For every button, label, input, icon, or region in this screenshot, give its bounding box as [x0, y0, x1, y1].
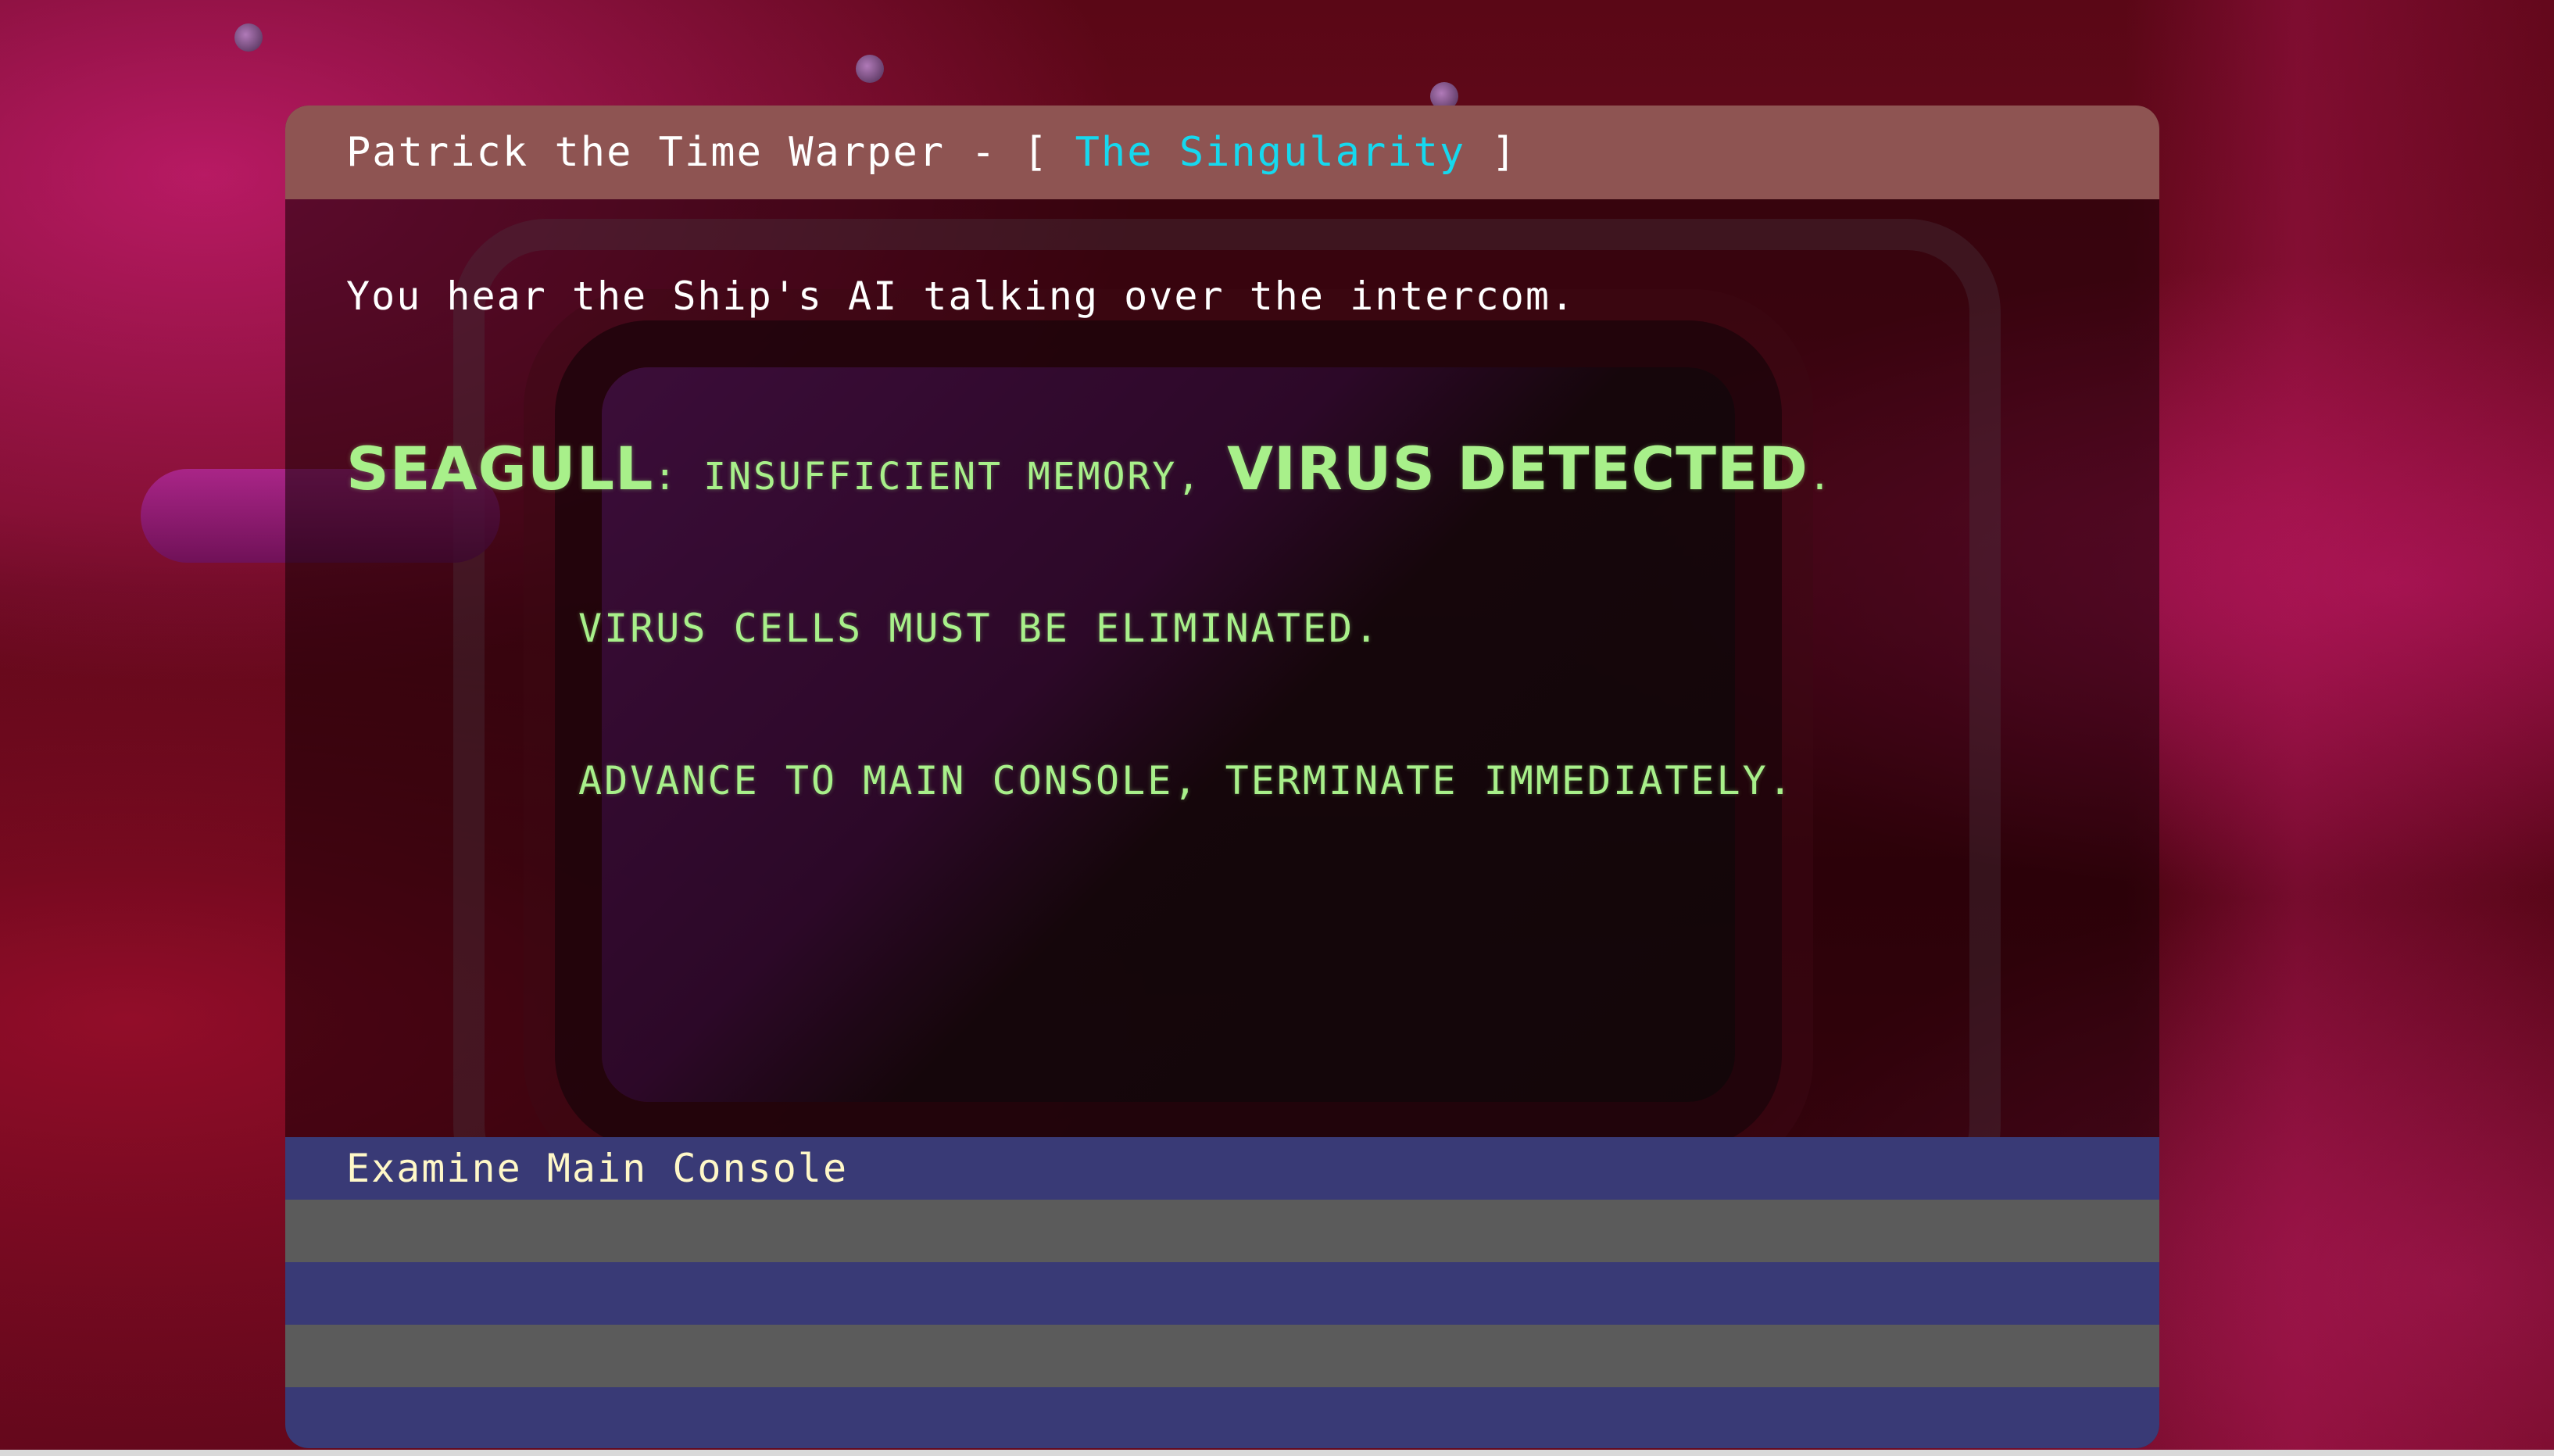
background-wall-panel [2126, 0, 2554, 1456]
ai-alert-text: VIRUS DETECTED [1227, 434, 1808, 503]
choice-examine-main-console[interactable]: Examine Main Console [285, 1137, 2159, 1200]
ai-speaker-name: SEAGULL [346, 434, 654, 503]
choice-empty-slot [285, 1200, 2159, 1262]
choice-list: Examine Main Console [285, 1137, 2159, 1448]
background-bolt-icon [856, 55, 884, 83]
background-bolt-icon [234, 23, 263, 52]
choice-empty-slot [285, 1325, 2159, 1387]
ai-separator: : [653, 455, 704, 499]
ai-message-line-2: VIRUS CELLS MUST BE ELIMINATED. [578, 606, 1381, 651]
location-name: The Singularity [1075, 129, 1466, 176]
narration-text: You hear the Ship's AI talking over the … [346, 274, 1576, 319]
background-floor-strip [0, 1450, 2554, 1456]
dialog-title-bar: Patrick the Time Warper - [ The Singular… [285, 106, 2159, 199]
ai-message-line-1: SEAGULL: INSUFFICIENT MEMORY, VIRUS DETE… [346, 434, 1833, 503]
dialog-box: Patrick the Time Warper - [ The Singular… [285, 106, 2159, 1448]
game-screen: Patrick the Time Warper - [ The Singular… [0, 0, 2554, 1456]
choice-empty-slot [285, 1262, 2159, 1325]
ai-message-line-3: ADVANCE TO MAIN CONSOLE, TERMINATE IMMED… [578, 758, 1794, 803]
character-name: Patrick the Time Warper - [ [346, 129, 1075, 176]
choice-empty-slot [285, 1387, 2159, 1448]
title-suffix: ] [1465, 129, 1518, 176]
ai-alert-end: . [1808, 455, 1833, 499]
ai-status-text: INSUFFICIENT MEMORY, [703, 455, 1228, 499]
